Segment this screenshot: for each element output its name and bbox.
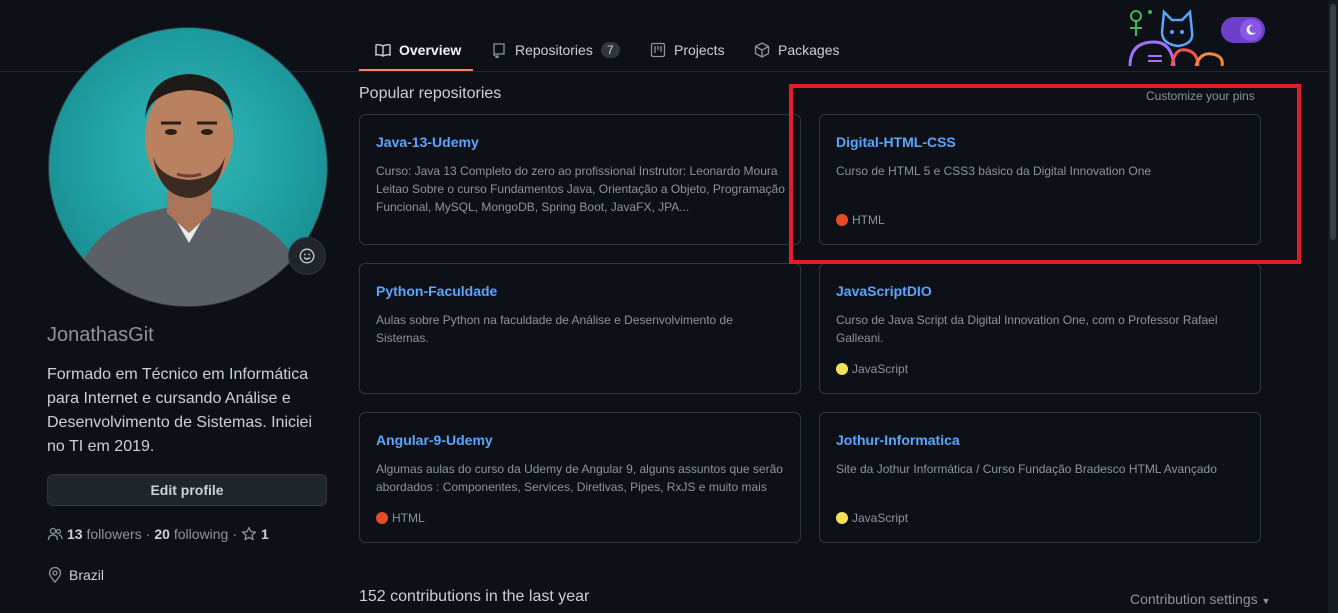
set-status-button[interactable]: [288, 237, 326, 275]
tab-packages[interactable]: Packages: [754, 30, 839, 70]
popular-repos-title: Popular repositories: [359, 85, 502, 102]
repo-card: Angular-9-Udemy Algumas aulas do curso d…: [359, 412, 801, 543]
tab-label: Repositories: [515, 42, 593, 58]
repo-name-link[interactable]: Java-13-Udemy: [376, 134, 479, 150]
annotation-highlight-box: [789, 84, 1301, 264]
profile-bio: Formado em Técnico em Informática para I…: [47, 366, 313, 455]
repo-name-link[interactable]: Angular-9-Udemy: [376, 432, 493, 448]
tab-label: Packages: [778, 42, 840, 58]
repo-description: Site da Jothur Informática / Curso Funda…: [836, 462, 1217, 476]
contributions-summary: 152 contributions in the last year: [359, 588, 590, 605]
people-icon: [47, 527, 63, 541]
language-color-dot: [376, 512, 388, 524]
separator-dot: ·: [145, 526, 151, 542]
tab-label: Projects: [674, 42, 725, 58]
tab-projects[interactable]: Projects: [650, 30, 725, 70]
separator-dot: ·: [232, 526, 238, 542]
followers-label: followers: [86, 526, 142, 542]
following-count: 20: [154, 526, 170, 542]
language-color-dot: [836, 363, 848, 375]
package-icon: [754, 42, 770, 58]
repo-name-link[interactable]: JavaScriptDIO: [836, 283, 932, 299]
repo-count-badge: 7: [600, 42, 620, 58]
smiley-icon: [299, 248, 315, 264]
repo-card: Jothur-Informatica Site da Jothur Inform…: [819, 412, 1261, 543]
tab-repositories[interactable]: Repositories 7: [491, 30, 620, 70]
repo-card: Java-13-Udemy Curso: Java 13 Completo do…: [359, 114, 801, 245]
edit-profile-button[interactable]: Edit profile: [47, 474, 327, 506]
moon-icon: [1240, 19, 1262, 41]
language-label: HTML: [392, 511, 425, 525]
location-pin-icon: [48, 567, 62, 583]
repo-description: Curso de Java Script da Digital Innovati…: [836, 313, 1218, 345]
repo-name-link[interactable]: Jothur-Informatica: [836, 432, 960, 448]
repo-language: JavaScript: [836, 362, 908, 376]
repo-card: JavaScriptDIO Curso de Java Script da Di…: [819, 263, 1261, 394]
following-label: following: [173, 526, 229, 542]
language-label: JavaScript: [852, 511, 909, 525]
language-color-dot: [836, 512, 848, 524]
followers-count: 13: [67, 526, 83, 542]
language-label: JavaScript: [852, 362, 909, 376]
caret-down-icon: ▼: [1261, 596, 1271, 606]
location-text: Brazil: [69, 567, 105, 583]
profile-username: JonathasGit: [47, 324, 154, 346]
contribution-settings-dropdown[interactable]: Contribution settings ▼: [1130, 591, 1270, 607]
tab-label: Overview: [399, 42, 462, 58]
following-link[interactable]: 20 following: [154, 526, 228, 542]
repo-card: Python-Faculdade Aulas sobre Python na f…: [359, 263, 801, 394]
book-icon: [375, 43, 391, 57]
project-icon: [650, 42, 666, 58]
scrollbar-thumb[interactable]: [1330, 4, 1336, 240]
stars-count: 1: [261, 526, 269, 542]
profile-location: Brazil: [47, 565, 104, 585]
tab-overview[interactable]: Overview: [375, 30, 461, 70]
avatar[interactable]: [48, 27, 328, 307]
follow-stats: 13 followers · 20 following · 1: [47, 524, 269, 544]
octocat-illustration-icon: [1128, 9, 1224, 66]
repo-icon: [493, 43, 505, 58]
star-icon: [241, 526, 257, 541]
repo-description: Curso: Java 13 Completo do zero ao profi…: [376, 164, 785, 214]
repo-language: JavaScript: [836, 511, 908, 525]
followers-link[interactable]: 13 followers: [67, 526, 142, 542]
contribution-settings-label: Contribution settings: [1130, 591, 1258, 607]
repo-description: Aulas sobre Python na faculdade de Análi…: [376, 313, 733, 345]
repo-description: Algumas aulas do curso da Udemy de Angul…: [376, 462, 783, 494]
repo-name-link[interactable]: Python-Faculdade: [376, 283, 497, 299]
stars-link[interactable]: 1: [241, 526, 269, 542]
repo-language: HTML: [376, 511, 425, 525]
